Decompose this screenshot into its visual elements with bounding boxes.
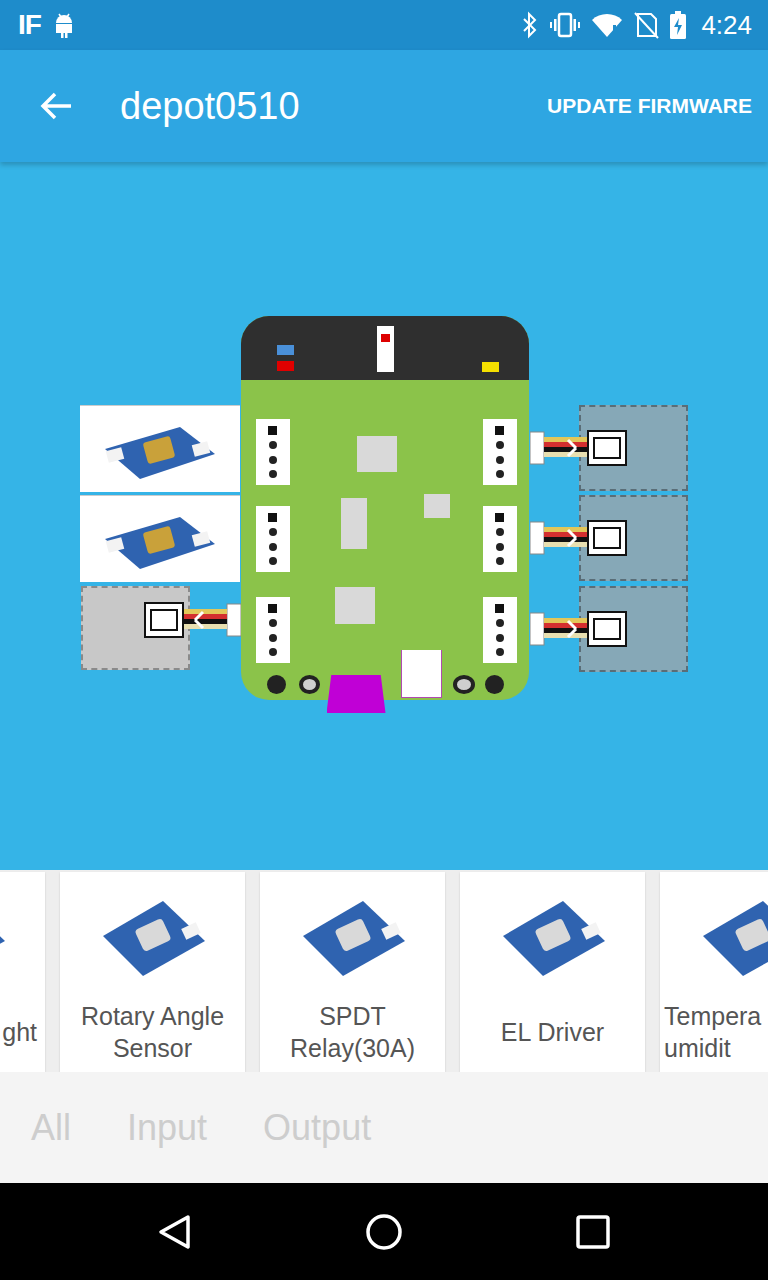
clock: 4:24 <box>701 10 752 41</box>
blue-led-icon <box>277 345 294 355</box>
chip-icon <box>424 494 450 518</box>
update-firmware-button[interactable]: UPDATE FIRMWARE <box>547 94 752 118</box>
module-picture-icon <box>85 499 235 579</box>
board-header <box>241 316 529 380</box>
module-picture-icon <box>85 409 235 489</box>
module-picture-icon <box>93 881 213 991</box>
chip-icon <box>341 498 367 549</box>
chip-icon <box>357 436 397 472</box>
port-icon <box>483 419 517 485</box>
filter-tab[interactable]: All <box>31 1107 71 1149</box>
wifi-icon <box>591 11 623 39</box>
home-circle-icon[interactable] <box>364 1212 404 1252</box>
switch-icon <box>377 326 394 372</box>
module-card[interactable]: EL Driver <box>460 872 645 1072</box>
vibrate-icon <box>549 11 581 39</box>
attached-module[interactable] <box>80 495 240 582</box>
module-card[interactable]: ght <box>0 872 45 1072</box>
notification-text: IF <box>18 9 41 41</box>
wio-board <box>241 316 529 700</box>
cable-icon <box>530 516 630 560</box>
chip-icon <box>335 587 375 624</box>
bluetooth-icon <box>521 11 539 39</box>
yellow-led-icon <box>482 362 499 372</box>
red-led-icon <box>277 361 294 371</box>
hole-icon <box>299 675 320 694</box>
module-picture-icon <box>293 881 413 991</box>
app-bar: depot0510UPDATE FIRMWARE <box>0 50 768 162</box>
board-canvas <box>0 162 768 870</box>
module-label: Tempera umidit <box>660 1000 768 1072</box>
module-picture-icon <box>0 881 13 991</box>
filter-tabs: All Input Output <box>0 1072 768 1183</box>
module-label: EL Driver <box>460 1000 645 1072</box>
status-bar: IF 4:24 <box>0 0 768 50</box>
page-title: depot0510 <box>120 85 547 128</box>
port-icon <box>483 506 517 572</box>
hole-icon <box>453 675 475 694</box>
port-icon <box>256 506 290 572</box>
back-triangle-icon[interactable] <box>155 1212 195 1252</box>
port-icon <box>256 419 290 485</box>
battery-icon <box>669 10 687 40</box>
back-arrow-icon[interactable] <box>38 88 74 124</box>
module-card[interactable]: SPDT Relay(30A) <box>260 872 445 1072</box>
module-card[interactable]: Tempera umidit <box>660 872 768 1072</box>
module-label: ght <box>0 1000 45 1072</box>
module-carousel[interactable]: ght Rotary Angle SensorSPDT Relay(30A)EL … <box>0 870 768 1072</box>
filter-tab[interactable]: Input <box>127 1107 207 1149</box>
module-card[interactable]: Rotary Angle Sensor <box>60 872 245 1072</box>
module-picture-icon <box>693 881 768 991</box>
navigation-bar <box>0 1183 768 1280</box>
usb-port-icon <box>327 675 386 713</box>
module-label: Rotary Angle Sensor <box>60 1000 245 1072</box>
board-diagram <box>80 316 688 716</box>
android-icon <box>53 12 75 38</box>
hole-icon <box>267 675 286 694</box>
filter-tab[interactable]: Output <box>263 1107 371 1149</box>
module-label: SPDT Relay(30A) <box>260 1000 445 1072</box>
port-icon <box>483 597 517 663</box>
module-picture-icon <box>493 881 613 991</box>
cable-icon <box>141 598 241 642</box>
screen: IF 4:24 depot0510UPDATE FIRMWARE ght Rotary … <box>0 0 768 1280</box>
recents-square-icon[interactable] <box>573 1212 613 1252</box>
port-icon <box>256 597 290 663</box>
hole-icon <box>485 675 504 694</box>
cable-icon <box>530 426 630 470</box>
battery-connector-icon <box>401 650 442 698</box>
no-sim-icon <box>633 11 659 39</box>
cable-icon <box>530 607 630 651</box>
attached-module[interactable] <box>80 405 240 492</box>
